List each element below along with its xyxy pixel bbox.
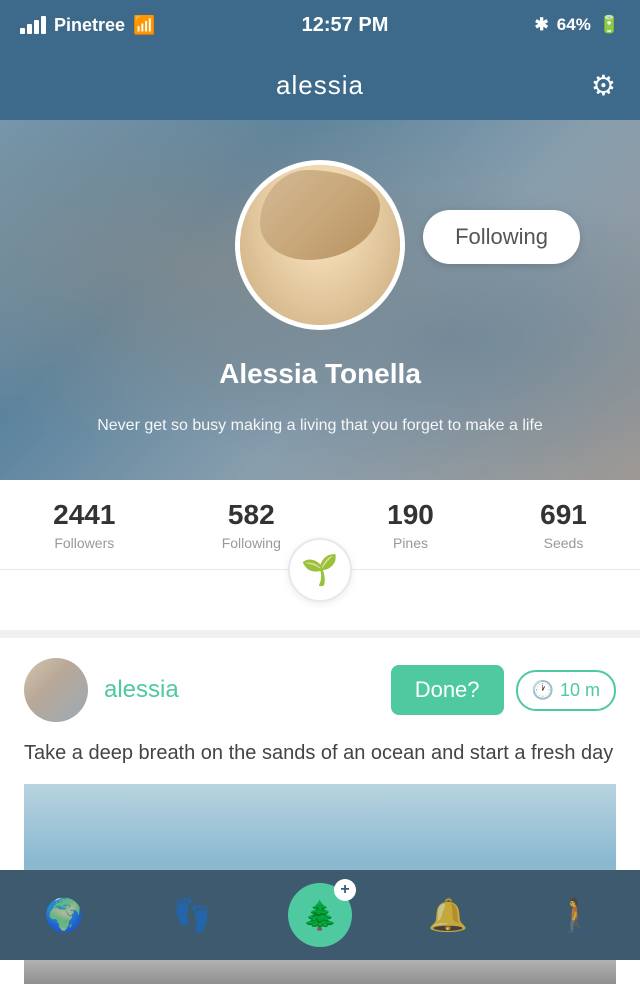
profile-bio: Never get so busy making a living that y…: [70, 414, 570, 438]
time-display: 12:57 PM: [302, 14, 389, 37]
timer-icon: 🕐: [532, 680, 554, 701]
following-count: 582: [228, 499, 275, 531]
followers-count: 2441: [53, 499, 115, 531]
post-avatar: [24, 658, 88, 722]
page-title: alessia: [276, 70, 364, 101]
stat-pines[interactable]: 190 Pines: [387, 499, 434, 551]
plus-icon: +: [334, 879, 356, 901]
battery-icon: 🔋: [599, 15, 620, 35]
settings-icon[interactable]: ⚙: [591, 69, 616, 102]
done-button[interactable]: Done?: [391, 665, 504, 715]
seeds-count: 691: [540, 499, 587, 531]
nav-notifications[interactable]: 🔔: [384, 896, 512, 934]
status-right: ✱ 64% 🔋: [535, 15, 620, 35]
nav-explore[interactable]: 🌍: [0, 896, 128, 934]
post-header: alessia Done? 🕐 10 m: [24, 658, 616, 722]
following-label: Following: [222, 535, 281, 551]
post-user: alessia: [24, 658, 179, 722]
avatar: [235, 160, 405, 330]
nav-profile[interactable]: 🚶: [512, 896, 640, 934]
globe-icon: 🌍: [44, 896, 84, 934]
timer-value: 10 m: [560, 680, 600, 701]
seeds-label: Seeds: [544, 535, 584, 551]
stat-followers[interactable]: 2441 Followers: [53, 499, 115, 551]
signal-icon: [20, 16, 46, 34]
profile-name: Alessia Tonella: [219, 358, 421, 390]
bell-icon: 🔔: [428, 896, 468, 934]
carrier-label: Pinetree: [54, 15, 125, 36]
app-header: alessia ⚙: [0, 50, 640, 120]
followers-label: Followers: [54, 535, 114, 551]
pines-count: 190: [387, 499, 434, 531]
bottom-nav: 🌍 👣 + 🔔 🚶: [0, 870, 640, 960]
timer-badge: 🕐 10 m: [516, 670, 616, 711]
status-left: Pinetree 📶: [20, 15, 155, 36]
nav-add[interactable]: +: [256, 883, 384, 947]
sprout-icon: 🌱: [288, 538, 352, 602]
wifi-icon: 📶: [133, 15, 155, 36]
bluetooth-icon: ✱: [535, 15, 549, 35]
post-text: Take a deep breath on the sands of an oc…: [24, 738, 616, 768]
following-button[interactable]: Following: [423, 210, 580, 264]
nav-activity[interactable]: 👣: [128, 896, 256, 934]
stat-following[interactable]: 582 Following: [222, 499, 281, 551]
stat-seeds[interactable]: 691 Seeds: [540, 499, 587, 551]
footprints-icon: 👣: [172, 896, 212, 934]
post-actions: Done? 🕐 10 m: [391, 665, 616, 715]
profile-header: Following Alessia Tonella Never get so b…: [0, 120, 640, 480]
avatar-image: [240, 165, 400, 325]
sprout-divider: 🌱: [0, 570, 640, 630]
add-button[interactable]: +: [288, 883, 352, 947]
pines-label: Pines: [393, 535, 428, 551]
post-username[interactable]: alessia: [104, 676, 179, 704]
hiker-icon: 🚶: [556, 896, 596, 934]
battery-label: 64%: [557, 15, 591, 35]
status-bar: Pinetree 📶 12:57 PM ✱ 64% 🔋: [0, 0, 640, 50]
